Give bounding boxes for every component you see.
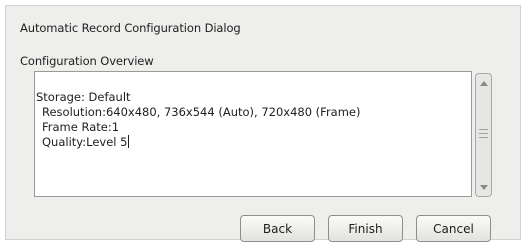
- overview-line-resolution: Resolution:640x480, 736x544 (Auto), 720x…: [42, 105, 361, 119]
- vertical-scrollbar[interactable]: [475, 73, 492, 197]
- section-label: Configuration Overview: [20, 54, 154, 68]
- arrow-up-icon[interactable]: [477, 76, 490, 90]
- overview-line-storage: Storage: Default: [36, 90, 131, 104]
- configuration-overview-textarea[interactable]: Storage: Default Resolution:640x480, 736…: [34, 71, 472, 197]
- text-caret: [128, 135, 130, 148]
- dialog-title: Automatic Record Configuration Dialog: [20, 21, 241, 35]
- back-button[interactable]: Back: [240, 215, 315, 242]
- overview-line-quality: Quality:Level 5: [42, 135, 128, 149]
- overview-line-frame-rate: Frame Rate:1: [42, 120, 120, 134]
- finish-button[interactable]: Finish: [328, 215, 403, 242]
- arrow-down-icon[interactable]: [477, 180, 490, 194]
- cancel-button[interactable]: Cancel: [416, 215, 491, 242]
- grip-icon: [479, 129, 488, 138]
